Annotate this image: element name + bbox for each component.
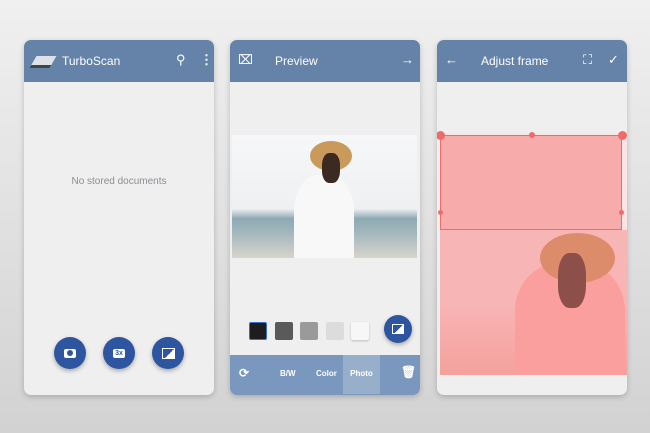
gallery-icon (392, 324, 404, 334)
filter-swatch-white[interactable] (351, 322, 369, 340)
home-screen: TurboScan ⚲ ⋮ No stored documents 3x (24, 40, 214, 395)
crop-handle-right[interactable] (619, 210, 624, 215)
filter-swatch-black[interactable] (249, 322, 267, 340)
camera-icon (64, 348, 76, 358)
filter-swatch-gray[interactable] (300, 322, 318, 340)
empty-state: No stored documents (71, 176, 167, 187)
trash-icon[interactable]: 🗑 (401, 365, 416, 379)
crop-region (440, 230, 627, 375)
camera-button[interactable] (54, 337, 86, 369)
arrow-right-icon[interactable]: → (401, 53, 414, 67)
more-icon[interactable]: ⋮ (200, 53, 213, 67)
crop-handle-left[interactable] (438, 210, 443, 215)
app-header: TurboScan ⚲ ⋮ (24, 40, 214, 82)
preview-header: ⌧ Preview → (230, 40, 420, 82)
gallery-button[interactable] (384, 315, 412, 343)
filter-swatch-light-gray[interactable] (326, 322, 344, 340)
gallery-icon (161, 347, 175, 359)
mode-photo[interactable]: Photo (343, 355, 380, 394)
crop-frame-overlay[interactable] (440, 135, 622, 230)
crop-handle-top-right[interactable] (618, 131, 627, 140)
adjust-frame-screen: ← Adjust frame ⛶ ✓ (437, 40, 627, 395)
preview-screen: ⌧ Preview → ⟳ B/W Color Photo 🗑 (230, 40, 420, 395)
rotate-icon[interactable]: ⟳ (239, 366, 249, 380)
scanner-logo-icon (29, 56, 57, 68)
crop-icon[interactable]: ⌧ (238, 53, 253, 67)
app-title: TurboScan (62, 54, 121, 68)
document-photo (232, 135, 417, 258)
fullscreen-icon[interactable]: ⛶ (583, 53, 592, 67)
check-icon[interactable]: ✓ (608, 53, 619, 67)
gallery-button[interactable] (152, 337, 184, 369)
multi-scan-button[interactable]: 3x (103, 337, 135, 369)
filter-swatch-dark-gray[interactable] (275, 322, 293, 340)
adjust-title: Adjust frame (481, 54, 549, 68)
search-icon[interactable]: ⚲ (176, 53, 186, 67)
preview-title: Preview (275, 54, 318, 68)
mode-color[interactable]: Color (316, 369, 337, 378)
mode-bw[interactable]: B/W (280, 369, 296, 378)
back-arrow-icon[interactable]: ← (445, 53, 458, 67)
multi-scan-3x-icon: 3x (113, 348, 125, 358)
adjust-header: ← Adjust frame ⛶ ✓ (437, 40, 627, 82)
mode-bar: ⟳ B/W Color Photo 🗑 (230, 355, 420, 395)
crop-handle-top[interactable] (529, 132, 535, 138)
